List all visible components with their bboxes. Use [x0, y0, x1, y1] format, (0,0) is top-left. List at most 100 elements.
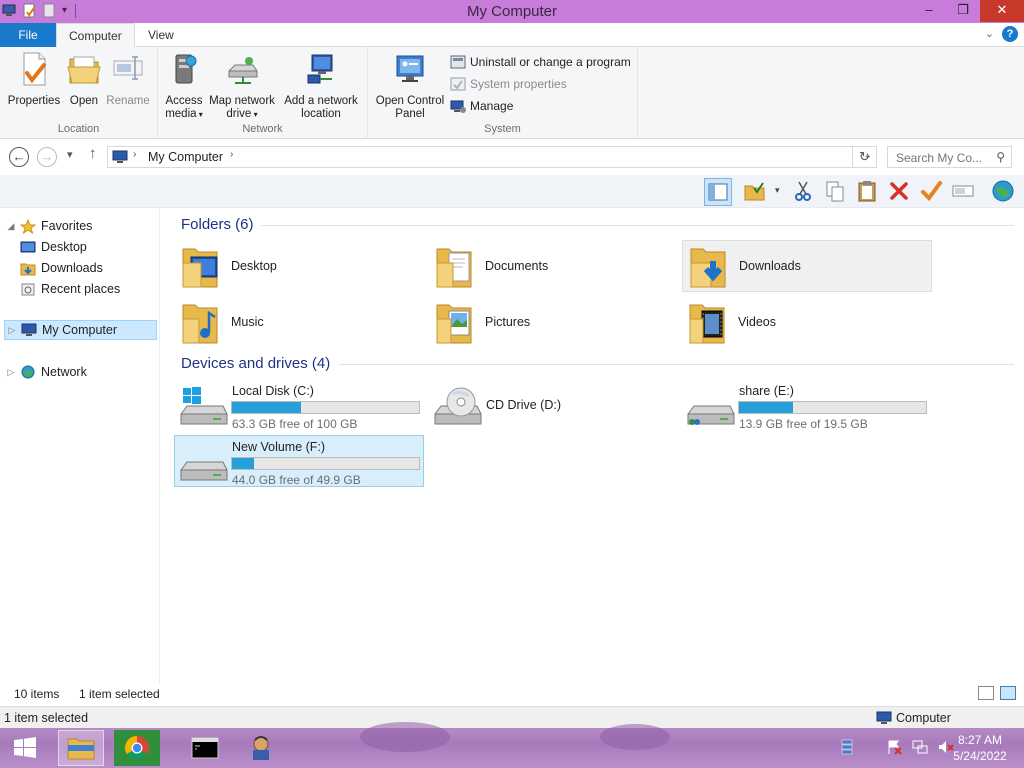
action-center-flag-icon[interactable] — [886, 739, 902, 755]
network-label: Network — [41, 365, 87, 379]
recent-places-icon — [21, 283, 35, 295]
title-bar: ▾ My Computer – ❐ ✕ — [0, 0, 1024, 23]
up-arrow-icon[interactable]: ↑ — [89, 145, 97, 162]
network-icon — [21, 365, 35, 378]
open-control-panel-button[interactable]: Open Control Panel — [372, 51, 448, 121]
start-button[interactable] — [2, 730, 48, 766]
expand-ribbon-icon[interactable]: ⌄ — [985, 27, 994, 40]
maximize-button[interactable]: ❐ — [946, 0, 980, 22]
tree-desktop[interactable]: Desktop — [0, 237, 158, 257]
music-folder-icon — [182, 304, 218, 344]
collapse-arrow-icon[interactable]: ◢ — [6, 221, 16, 232]
network-tray-icon[interactable] — [912, 739, 928, 755]
rename-button[interactable]: Rename — [104, 51, 152, 108]
close-button[interactable]: ✕ — [980, 0, 1024, 22]
recent-places-label: Recent places — [41, 282, 121, 296]
preview-pane-button[interactable] — [704, 178, 732, 206]
tree-recent-places[interactable]: Recent places — [0, 279, 158, 299]
storage-icon[interactable] — [840, 739, 854, 755]
system-properties-button[interactable]: System properties — [450, 74, 567, 94]
properties-check-button[interactable] — [918, 178, 946, 206]
clock-time: 8:27 AM — [957, 733, 1003, 747]
downloads-folder-icon — [20, 263, 36, 275]
uninstall-program-button[interactable]: Uninstall or change a program — [450, 52, 631, 72]
tab-file[interactable]: File — [0, 23, 56, 47]
wallpaper-shape — [360, 722, 450, 752]
delete-button[interactable] — [886, 178, 914, 206]
tab-view[interactable]: View — [136, 23, 186, 47]
expand-arrow-icon[interactable]: ▷ — [6, 367, 16, 378]
search-icon[interactable]: ⚲ — [996, 150, 1005, 164]
location-group: Properties Open Rename Location — [0, 47, 158, 139]
forward-button[interactable]: → — [37, 147, 57, 167]
folder-tile[interactable]: Music — [175, 296, 425, 348]
folders-section-header[interactable]: Folders (6) — [181, 216, 254, 233]
drive-tile[interactable]: CD Drive (D:) — [429, 380, 679, 432]
dropdown-arrow-icon[interactable]: ▾ — [775, 185, 780, 196]
control-panel-icon — [396, 55, 424, 82]
clipboard-icon — [858, 181, 876, 202]
map-network-drive-button[interactable]: Map network drive ▾ — [206, 51, 278, 121]
drive-usage-bar — [231, 401, 420, 414]
add-network-location-button[interactable]: Add a network location — [280, 51, 362, 121]
breadcrumb-my-computer[interactable]: My Computer — [148, 150, 223, 164]
open-button[interactable]: Open — [62, 51, 106, 108]
expand-arrow-icon[interactable]: ▷ — [7, 325, 17, 336]
open-cp-label-1: Open Control — [375, 95, 445, 107]
drive-tile[interactable]: New Volume (F:) 44.0 GB free of 49.9 GB — [174, 435, 424, 487]
folder-options-button[interactable] — [742, 178, 770, 206]
recent-locations-icon[interactable]: ▾ — [67, 148, 73, 161]
copy-button[interactable] — [822, 178, 850, 206]
tab-computer[interactable]: Computer — [56, 23, 135, 48]
search-box[interactable]: ⚲ — [887, 146, 1012, 168]
taskbar-chrome[interactable] — [114, 730, 160, 766]
taskbar-command-prompt[interactable] — [182, 730, 228, 766]
folder-tile[interactable]: Desktop — [175, 240, 425, 292]
rename-toolbar-button[interactable] — [950, 178, 978, 206]
cd-drive-icon — [434, 387, 482, 425]
system-properties-icon — [450, 77, 466, 91]
drive-tile[interactable]: share (E:) 13.9 GB free of 19.5 GB — [682, 380, 932, 432]
manage-button[interactable]: Manage — [450, 96, 513, 116]
paste-button[interactable] — [854, 178, 882, 206]
tree-my-computer[interactable]: ▷ My Computer — [4, 320, 157, 340]
taskbar-file-explorer[interactable] — [58, 730, 104, 766]
folder-tile[interactable]: Downloads — [682, 240, 932, 292]
back-button[interactable]: ← — [9, 147, 29, 167]
tree-network[interactable]: ▷ Network — [0, 362, 158, 382]
cut-button[interactable] — [790, 178, 818, 206]
copy-icon — [826, 181, 844, 202]
properties-button[interactable]: Properties — [4, 51, 64, 108]
open-label: Open — [69, 95, 99, 107]
pictures-folder-icon — [436, 304, 472, 344]
help-icon[interactable]: ? — [1002, 26, 1018, 42]
minimize-button[interactable]: – — [912, 0, 946, 22]
breadcrumb-chevron-icon[interactable]: › — [133, 149, 136, 160]
folder-tile[interactable]: Videos — [682, 296, 932, 348]
globe-button[interactable] — [990, 178, 1018, 206]
access-media-button[interactable]: Access media ▾ — [160, 51, 208, 121]
taskbar: 8:27 AM 5/24/2022 — [0, 722, 1024, 768]
details-view-icon[interactable] — [978, 686, 994, 700]
drive-tile[interactable]: Local Disk (C:) 63.3 GB free of 100 GB — [175, 380, 425, 432]
downloads-label: Downloads — [41, 261, 103, 275]
open-folder-icon — [67, 56, 101, 84]
manage-label: Manage — [470, 99, 514, 113]
folder-tile[interactable]: Documents — [429, 240, 679, 292]
folder-name: Pictures — [485, 315, 531, 329]
clock[interactable]: 8:27 AM 5/24/2022 — [952, 732, 1008, 764]
breadcrumb-chevron-icon[interactable]: › — [230, 149, 233, 160]
taskbar-app[interactable] — [238, 730, 284, 766]
drives-section-header[interactable]: Devices and drives (4) — [181, 355, 330, 372]
tree-downloads[interactable]: Downloads — [0, 258, 158, 278]
folder-name: Music — [231, 315, 264, 329]
address-bar[interactable]: › My Computer › ⌄ — [107, 146, 877, 168]
uninstall-label: Uninstall or change a program — [470, 55, 631, 69]
large-icons-view-icon[interactable] — [1000, 686, 1016, 700]
refresh-icon[interactable]: ↻ — [852, 147, 876, 167]
tree-favorites[interactable]: ◢ Favorites — [0, 216, 158, 236]
scissors-icon — [795, 181, 811, 201]
folder-tile[interactable]: Pictures — [429, 296, 679, 348]
search-input[interactable] — [896, 151, 988, 165]
computer-icon — [876, 711, 892, 724]
